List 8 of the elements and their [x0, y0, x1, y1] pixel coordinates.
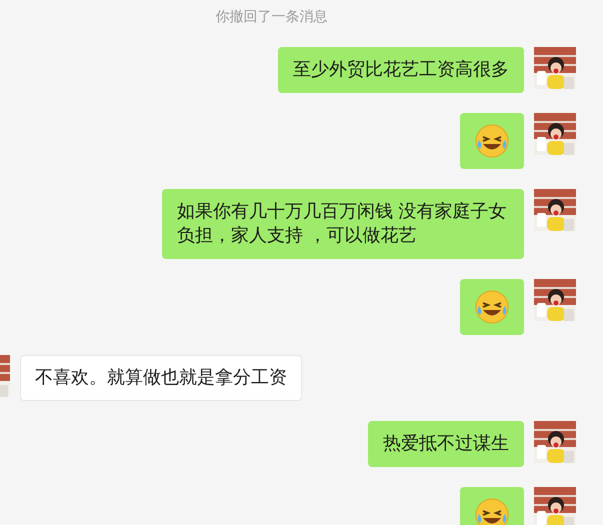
recall-notice: 你撤回了一条消息 — [216, 8, 328, 26]
message-bubble: 如果你有几十万几百万闲钱 没有家庭子女负担，家人支持 ，可以做花艺 — [162, 189, 524, 259]
message-bubble: 不喜欢。就算做也就是拿分工资 — [20, 355, 302, 401]
laughing-face-icon — [474, 289, 510, 325]
laughing-face-icon — [474, 123, 510, 159]
message-bubble: 热爱抵不过谋生 — [368, 421, 524, 467]
laughing-face-icon — [474, 497, 510, 525]
message-bubble: 至少外贸比花艺工资高很多 — [278, 47, 524, 93]
